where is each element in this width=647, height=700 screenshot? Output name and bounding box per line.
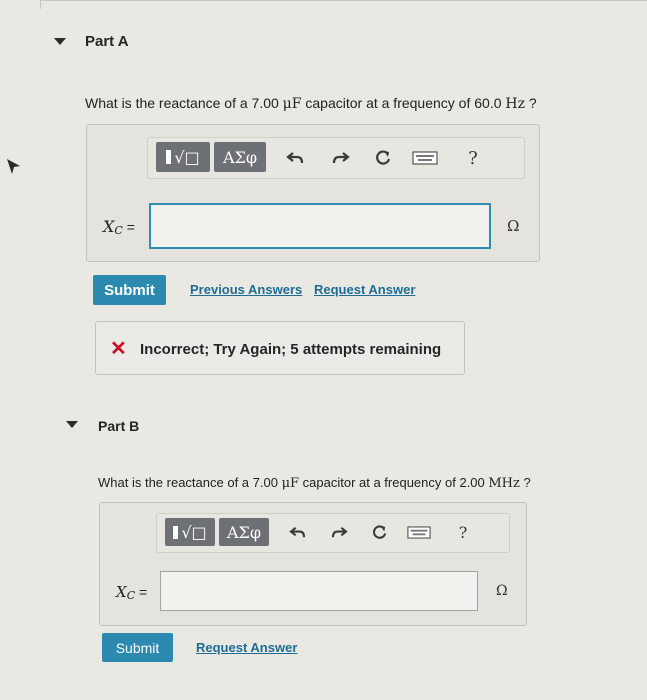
part-a-question-capacitance-unit: μF	[282, 96, 302, 112]
part-b-greek-button[interactable]: ΑΣφ	[219, 518, 269, 546]
part-a-equals-sign: =	[122, 219, 135, 235]
part-b-reset-icon[interactable]	[367, 521, 391, 543]
part-a-keyboard-icon[interactable]	[410, 148, 440, 168]
part-b-help-icon[interactable]: ?	[451, 521, 475, 543]
part-b-question-text-2: capacitor at a frequency of 2.00	[299, 475, 489, 490]
part-b-question-text-3: ?	[519, 475, 531, 490]
part-b-templates-button[interactable]: √□	[165, 518, 215, 546]
part-a-title: Part A	[85, 33, 129, 50]
part-a-previous-answers-link[interactable]: Previous Answers	[190, 282, 302, 297]
part-a-variable-label: XC =	[103, 217, 135, 237]
part-b-variable-subscript: C	[126, 589, 136, 602]
part-a-question: What is the reactance of a 7.00 μF capac…	[85, 95, 537, 112]
part-b-keyboard-icon[interactable]	[405, 523, 433, 541]
part-b-math-toolbar: √□ ΑΣφ ?	[156, 513, 510, 553]
part-b-help-label: ?	[458, 522, 468, 542]
part-a-templates-label: √□	[174, 147, 200, 167]
part-a-help-label: ?	[468, 147, 478, 169]
part-a-question-frequency-unit: Hz	[505, 96, 525, 112]
part-b-variable-symbol: X	[116, 583, 127, 601]
part-b-question-text-1: What is the reactance of a 7.00	[98, 475, 282, 490]
part-a-template-block-icon	[166, 150, 172, 164]
part-a-greek-button[interactable]: ΑΣφ	[214, 142, 266, 172]
part-a-feedback-box: ✕ Incorrect; Try Again; 5 attempts remai…	[95, 321, 465, 375]
part-b-collapse-caret-icon[interactable]	[66, 421, 78, 428]
part-b-answer-input[interactable]	[160, 571, 478, 611]
part-a-question-text-1: What is the reactance of a 7.00	[85, 95, 283, 111]
part-b-templates-label: √□	[181, 522, 207, 542]
part-b-title: Part B	[98, 418, 140, 434]
part-b-template-block-icon	[173, 525, 179, 539]
part-a-variable-subscript: C	[114, 224, 123, 237]
card-frame	[40, 0, 647, 9]
part-b-undo-icon[interactable]	[285, 521, 309, 543]
part-a-question-text-2: capacitor at a frequency of 60.0	[301, 95, 506, 111]
part-a-feedback-message: Incorrect; Try Again; 5 attempts remaini…	[140, 341, 442, 358]
part-a-templates-button[interactable]: √□	[156, 142, 210, 172]
part-b-question: What is the reactance of a 7.00 μF capac…	[98, 475, 531, 491]
part-a-unit-label: Ω	[507, 217, 520, 235]
part-a-submit-button[interactable]: Submit	[93, 275, 166, 305]
part-a-collapse-caret-icon[interactable]	[54, 38, 66, 45]
part-a-math-toolbar: √□ ΑΣφ ?	[147, 137, 525, 179]
part-a-request-answer-link[interactable]: Request Answer	[314, 282, 415, 297]
part-b-question-capacitance-unit: μF	[281, 476, 300, 491]
part-b-equals-sign: =	[135, 584, 148, 600]
part-b-question-frequency-unit: MHz	[488, 476, 520, 491]
part-a-greek-label: ΑΣφ	[222, 147, 258, 167]
part-a-variable-symbol: X	[103, 217, 115, 236]
part-a-reset-icon[interactable]	[370, 146, 396, 170]
part-b-answer-box: √□ ΑΣφ ? XC = Ω	[99, 502, 527, 626]
part-a-answer-box: √□ ΑΣφ ? XC = Ω	[86, 124, 540, 262]
part-a-redo-icon[interactable]	[328, 146, 354, 170]
part-b-variable-label: XC =	[116, 583, 147, 602]
part-b-redo-icon[interactable]	[327, 521, 351, 543]
part-b-greek-label: ΑΣφ	[226, 522, 262, 542]
part-b-submit-button[interactable]: Submit	[102, 633, 173, 662]
part-a-question-text-3: ?	[524, 95, 537, 111]
part-a-answer-input[interactable]	[149, 203, 491, 249]
part-b-request-answer-link[interactable]: Request Answer	[196, 640, 297, 655]
incorrect-x-icon: ✕	[110, 338, 127, 360]
mouse-cursor-icon	[7, 159, 20, 174]
part-a-undo-icon[interactable]	[282, 146, 308, 170]
part-b-unit-label: Ω	[496, 583, 508, 599]
part-a-help-icon[interactable]: ?	[460, 146, 486, 170]
